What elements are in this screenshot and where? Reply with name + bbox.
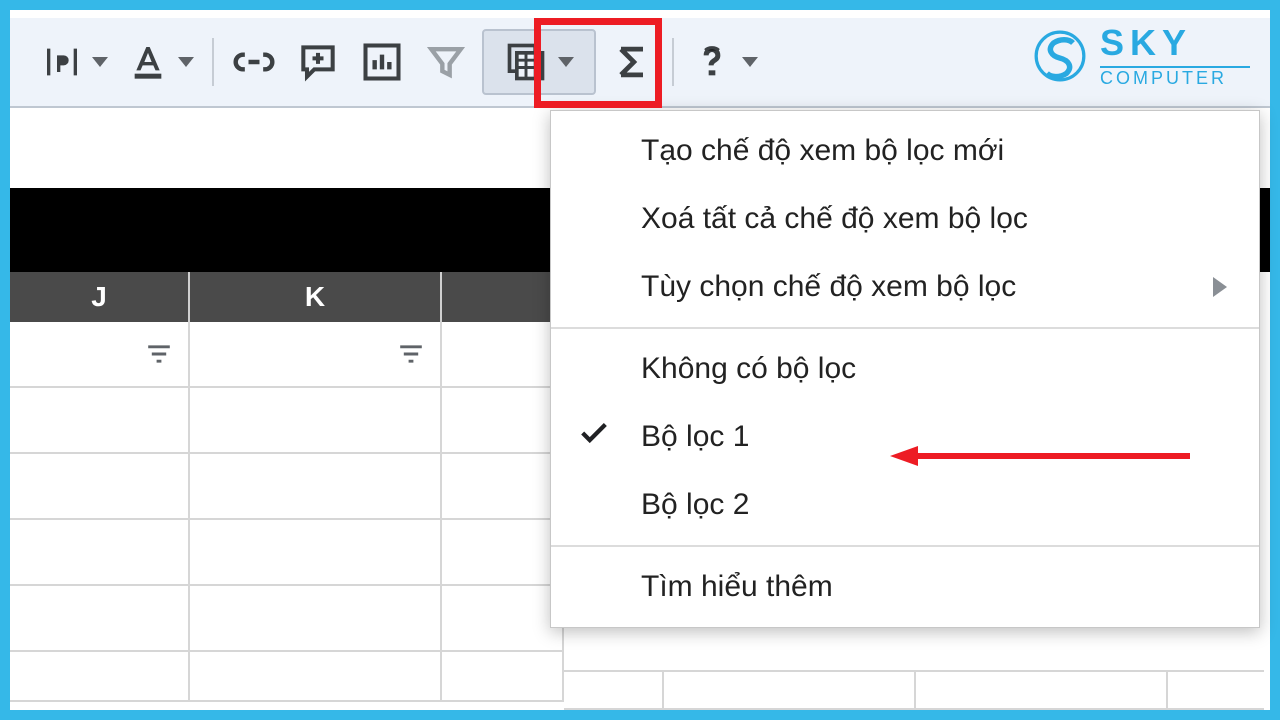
filter-views-icon [504,40,548,84]
input-tools-button[interactable] [682,32,768,92]
funnel-icon [424,40,468,84]
grid-cell[interactable] [190,454,442,520]
grid-cell[interactable] [10,322,190,388]
grid-cell[interactable] [190,388,442,454]
grid-cell[interactable] [10,652,190,702]
menu-item-label: Xoá tất cả chế độ xem bộ lọc [641,202,1028,236]
filter-views-menu: Tạo chế độ xem bộ lọc mới Xoá tất cả chế… [550,110,1260,628]
column-header[interactable]: K [190,272,442,322]
grid-cell[interactable] [916,670,1168,710]
dropdown-caret-icon [558,57,574,67]
menu-item-label: Không có bộ lọc [641,352,856,386]
menu-item-learn-more[interactable]: Tìm hiểu thêm [551,553,1259,621]
menu-item-label: Tùy chọn chế độ xem bộ lọc [641,270,1016,304]
dropdown-caret-icon [742,57,758,67]
menu-item-label: Tìm hiểu thêm [641,570,833,604]
text-color-icon [128,42,168,82]
create-filter-button[interactable] [414,32,478,92]
grid-cell[interactable] [1168,670,1264,710]
menu-item-filter-1[interactable]: Bộ lọc 1 [551,403,1259,471]
grid-cell[interactable] [10,586,190,652]
insert-chart-button[interactable] [350,32,414,92]
link-icon [232,40,276,84]
menu-item-label: Bộ lọc 1 [641,420,749,454]
toolbar-separator [672,38,674,86]
grid-cell[interactable] [442,322,564,388]
check-icon [577,416,611,458]
menu-item-label: Bộ lọc 2 [641,488,749,522]
grid-cell[interactable] [10,388,190,454]
grid-cell[interactable] [190,520,442,586]
menu-separator [551,545,1259,547]
column-header[interactable]: J [10,272,190,322]
menu-item-filter-view-options[interactable]: Tùy chọn chế độ xem bộ lọc [551,253,1259,321]
text-color-button[interactable] [118,32,204,92]
insert-link-button[interactable] [222,32,286,92]
spreadsheet-grid [10,322,564,702]
grid-cell[interactable] [10,454,190,520]
menu-item-delete-all-filter-views[interactable]: Xoá tất cả chế độ xem bộ lọc [551,185,1259,253]
app-frame: J K [0,0,1280,720]
filter-views-button[interactable] [478,32,600,92]
chart-icon [360,40,404,84]
grid-cell[interactable] [442,586,564,652]
menu-item-label: Tạo chế độ xem bộ lọc mới [641,134,1004,168]
comment-plus-icon [296,40,340,84]
text-direction-icon [42,42,82,82]
column-header[interactable] [442,272,564,322]
grid-cell[interactable] [10,520,190,586]
menu-separator [551,327,1259,329]
sigma-icon [610,40,654,84]
column-filter-icon[interactable] [396,342,426,366]
dropdown-caret-icon [92,57,108,67]
grid-cell[interactable] [442,388,564,454]
insert-comment-button[interactable] [286,32,350,92]
column-headers-row: J K [10,272,564,322]
grid-cell[interactable] [442,520,564,586]
grid-row-bottom [564,670,1264,710]
text-direction-button[interactable] [32,32,118,92]
grid-cell[interactable] [442,652,564,702]
grid-cell[interactable] [442,454,564,520]
grid-cell[interactable] [190,586,442,652]
grid-cell[interactable] [190,652,442,702]
dropdown-caret-icon [178,57,194,67]
menu-item-create-filter-view[interactable]: Tạo chế độ xem bộ lọc mới [551,117,1259,185]
column-filter-icon[interactable] [144,342,174,366]
menu-item-no-filter[interactable]: Không có bộ lọc [551,335,1259,403]
toolbar [10,18,1270,108]
grid-cell[interactable] [190,322,442,388]
functions-button[interactable] [600,32,664,92]
input-tools-icon [692,42,732,82]
grid-cell[interactable] [564,670,664,710]
grid-cell[interactable] [664,670,916,710]
toolbar-separator [212,38,214,86]
menu-item-filter-2[interactable]: Bộ lọc 2 [551,471,1259,539]
